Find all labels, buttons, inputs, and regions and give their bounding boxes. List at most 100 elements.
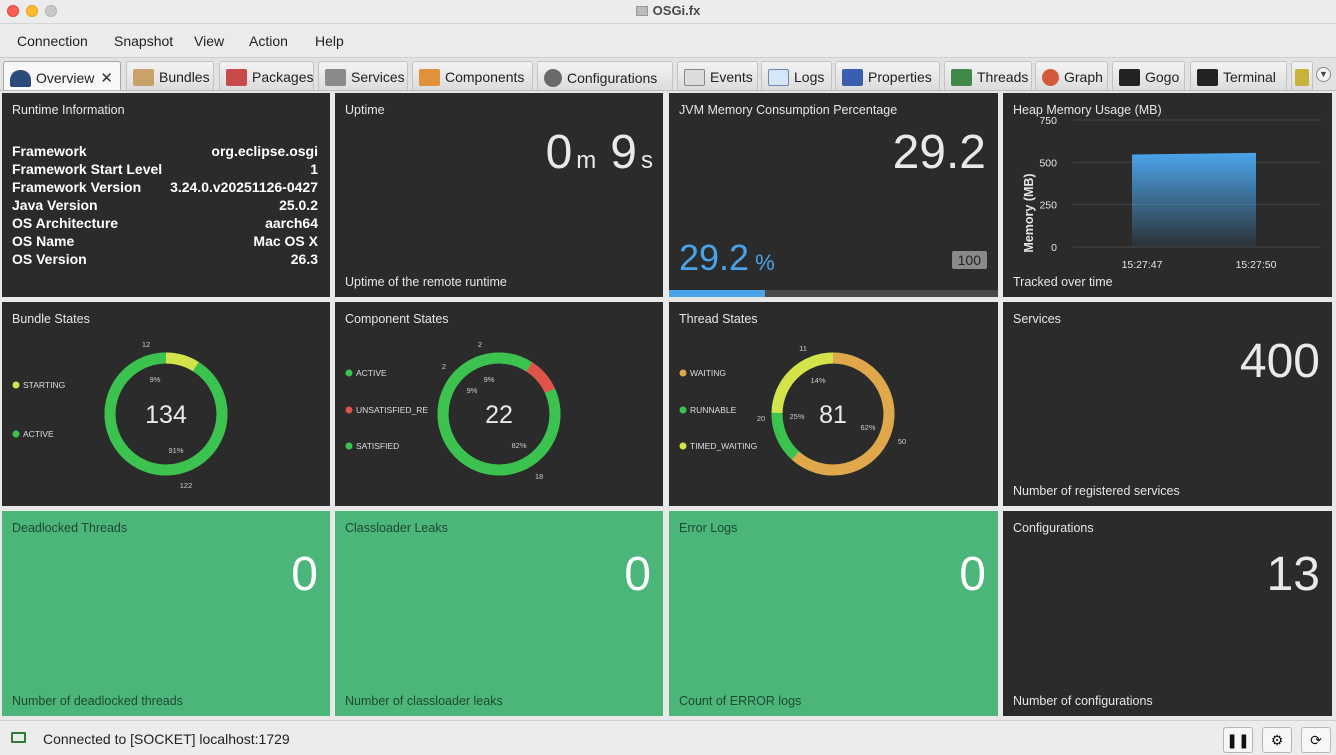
donut-slice xyxy=(526,362,555,394)
jvm-memory-value: 29.2 xyxy=(892,126,986,179)
slice-percent-label: 25% xyxy=(789,412,804,421)
runtime-information-tile: Runtime Information Framework org.eclipse… xyxy=(2,93,330,297)
tile-title: Runtime Information xyxy=(12,103,125,117)
heap-memory-chart: Memory (MB) 0 250 500 750 15:27:47 15:27:50 xyxy=(1022,115,1321,271)
tile-title: Uptime xyxy=(345,103,385,117)
classloader-leaks-tile: Classloader Leaks 0 Number of classloade… xyxy=(335,511,663,716)
slice-value-label: 20 xyxy=(757,414,765,423)
menu-bar: Connection Snapshot View Action Help xyxy=(0,24,1336,58)
legend-marker xyxy=(345,369,353,377)
menu-action[interactable]: Action xyxy=(249,33,288,49)
error-logs-count: 0 xyxy=(959,548,986,601)
bundle-icon xyxy=(133,69,154,86)
legend-label: ACTIVE xyxy=(356,368,387,378)
tile-title: JVM Memory Consumption Percentage xyxy=(679,103,898,117)
runtime-row: Framework org.eclipse.osgi xyxy=(12,143,318,159)
tab-configurations[interactable]: Configurations xyxy=(537,61,673,90)
close-tab-icon[interactable]: ✕ xyxy=(100,70,113,87)
menu-help[interactable]: Help xyxy=(315,33,344,49)
menu-connection[interactable]: Connection xyxy=(17,33,88,49)
configurations-tile: Configurations 13 Number of configuratio… xyxy=(1003,511,1332,716)
runtime-row: OS Version 26.3 xyxy=(12,251,318,267)
tab-events[interactable]: Events xyxy=(677,61,758,90)
slice-percent-label: 9% xyxy=(467,386,478,395)
properties-icon xyxy=(842,69,863,86)
jvm-memory-max-badge: 100 xyxy=(951,251,987,269)
uptime-tile: Uptime 0m9s Uptime of the remote runtime xyxy=(335,93,663,297)
tab-packages[interactable]: Packages xyxy=(219,61,314,90)
refresh-button[interactable]: ⟳ xyxy=(1301,727,1331,753)
donut-slice xyxy=(165,352,199,372)
slice-value-label: 2 xyxy=(478,340,482,349)
events-icon xyxy=(684,69,705,86)
runtime-row: Framework Start Level 1 xyxy=(12,161,318,177)
legend-marker xyxy=(12,430,20,438)
tab-components[interactable]: Components xyxy=(412,61,533,90)
slice-percent-label: 9% xyxy=(150,375,161,384)
legend-label: ACTIVE xyxy=(23,429,54,439)
menu-view[interactable]: View xyxy=(194,33,224,49)
tab-terminal[interactable]: Terminal xyxy=(1190,61,1287,90)
tab-services[interactable]: Services xyxy=(318,61,408,90)
legend-marker xyxy=(345,406,353,414)
tab-overflow[interactable] xyxy=(1291,61,1313,90)
tab-gogo[interactable]: Gogo xyxy=(1112,61,1185,90)
x-tick-label: 15:27:50 xyxy=(1236,259,1277,271)
services-tile: Services 400 Number of registered servic… xyxy=(1003,302,1332,506)
heap-area-series xyxy=(1132,153,1256,247)
pause-button[interactable]: ❚❚ xyxy=(1223,727,1253,753)
legend-marker xyxy=(345,442,353,450)
document-icon xyxy=(635,6,648,16)
slice-value-label: 11 xyxy=(799,344,807,353)
gear-icon: ⚙ xyxy=(1270,732,1284,748)
tab-list-dropdown-icon[interactable]: ▼ xyxy=(1316,67,1331,82)
y-tick-label: 0 xyxy=(1051,242,1057,254)
window-title: OSGi.fx xyxy=(0,3,1336,18)
legend-marker xyxy=(679,406,687,414)
jvm-memory-percent: 29.2% xyxy=(679,237,775,278)
tab-properties[interactable]: Properties xyxy=(835,61,940,90)
x-tick-label: 15:27:47 xyxy=(1122,259,1163,271)
legend-label: SATISFIED xyxy=(356,441,399,451)
tile-description: Number of registered services xyxy=(1013,484,1180,498)
component-states-tile: Component States 22 ACTIVE 2 9% UNSATISFIED_… xyxy=(335,302,663,506)
legend-label: WAITING xyxy=(690,368,726,378)
jvm-memory-progress-fill xyxy=(669,290,766,297)
tab-overview[interactable]: Overview ✕ xyxy=(3,61,121,90)
legend-marker xyxy=(12,381,20,389)
tile-title: Classloader Leaks xyxy=(345,521,448,535)
slice-percent-label: 62% xyxy=(860,423,875,432)
tile-title: Error Logs xyxy=(679,521,738,535)
tile-title: Services xyxy=(1013,312,1061,326)
settings-button[interactable]: ⚙ xyxy=(1262,727,1292,753)
slice-value-label: 50 xyxy=(898,437,906,446)
thread-states-tile: Thread States 81 WAITING 50 62% RUNNABLE 11 14… xyxy=(669,302,998,506)
tile-description: Count of ERROR logs xyxy=(679,694,802,708)
tile-title: Deadlocked Threads xyxy=(12,521,128,535)
connection-status: Connected to [SOCKET] localhost:1729 xyxy=(43,731,290,747)
tab-graph[interactable]: Graph xyxy=(1035,61,1108,90)
tile-description: Tracked over time xyxy=(1013,275,1113,289)
runtime-row: OS Name Mac OS X xyxy=(12,233,318,249)
terminal-icon xyxy=(1197,69,1218,86)
legend-label: UNSATISFIED_RE xyxy=(356,405,428,415)
legend-marker xyxy=(679,442,687,450)
component-states-donut: 22 ACTIVE 2 9% UNSATISFIED_RE 2 9% SATISFIED 18 8… xyxy=(345,340,561,481)
pause-icon: ❚❚ xyxy=(1226,732,1250,748)
slice-percent-label: 82% xyxy=(511,441,526,450)
menu-snapshot[interactable]: Snapshot xyxy=(114,33,173,49)
y-tick-label: 500 xyxy=(1039,157,1057,169)
runtime-row: Java Version 25.0.2 xyxy=(12,197,318,213)
slice-value-label: 12 xyxy=(142,340,150,349)
package-icon xyxy=(226,69,247,86)
tab-bundles[interactable]: Bundles xyxy=(126,61,214,90)
y-tick-label: 250 xyxy=(1039,200,1057,212)
uptime-value: 0m9s xyxy=(545,126,653,179)
slice-percent-label: 14% xyxy=(810,376,825,385)
chip-icon xyxy=(1295,69,1309,86)
jvm-memory-progress-bar xyxy=(669,290,998,297)
tab-logs[interactable]: Logs xyxy=(761,61,832,90)
legend-label: STARTING xyxy=(23,380,65,390)
y-tick-label: 750 xyxy=(1039,115,1057,127)
tab-threads[interactable]: Threads xyxy=(944,61,1032,90)
